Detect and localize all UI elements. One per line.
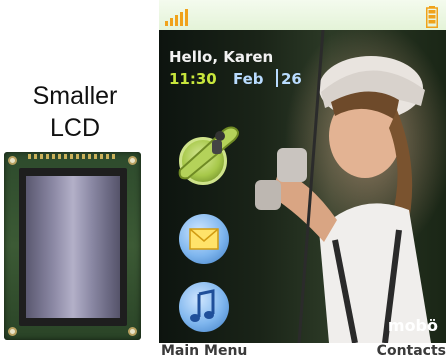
music-shortcut-button[interactable] (179, 282, 229, 332)
lcd-bezel (19, 168, 127, 326)
lcd-caption: Smaller LCD (0, 80, 150, 144)
music-note-icon (190, 289, 215, 322)
brand-logo: mobö (387, 316, 438, 335)
mounting-hole (128, 327, 137, 336)
signal-icon (165, 9, 188, 26)
softkey-bar: Main Menu Contacts (161, 343, 446, 361)
greeting-text: Hello, Karen (169, 48, 274, 66)
date-day: 26 (281, 70, 302, 88)
clock-time: 11:30 (169, 70, 217, 88)
lcd-display-glass (26, 176, 120, 318)
mounting-hole (8, 327, 17, 336)
mounting-hole (128, 156, 137, 165)
lcd-pin-header (28, 154, 116, 159)
phone-screen: Hello, Karen 11:30 Feb 26 mobö (159, 0, 446, 343)
main-menu-softkey[interactable]: Main Menu (161, 343, 247, 359)
caption-line-1: Smaller (32, 82, 118, 110)
snowboard-icon (178, 126, 239, 180)
contacts-softkey[interactable]: Contacts (377, 343, 446, 359)
date-month: Feb (233, 70, 264, 88)
games-shortcut-button[interactable] (178, 126, 239, 185)
messages-shortcut-button[interactable] (179, 214, 229, 264)
battery-icon (426, 6, 438, 28)
caption-line-2: LCD (49, 114, 100, 142)
lcd-module-image (4, 152, 141, 340)
envelope-icon (189, 228, 219, 250)
status-bar (159, 0, 446, 30)
mounting-hole (8, 156, 17, 165)
date-separator (276, 69, 278, 87)
